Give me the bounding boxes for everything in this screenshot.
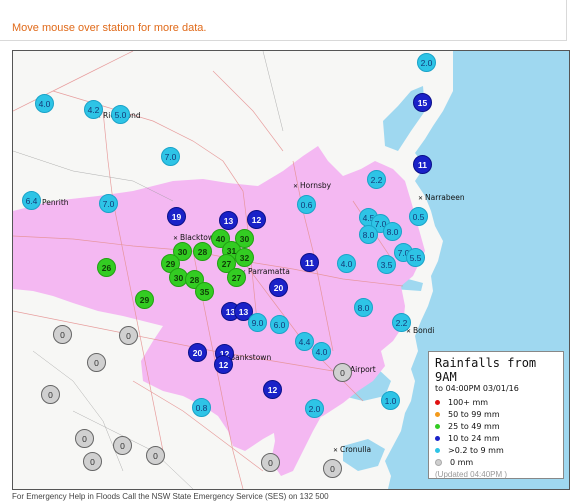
station-marker[interactable]: 0 — [261, 453, 280, 472]
station-marker[interactable]: 0 — [87, 353, 106, 372]
station-marker[interactable]: 4.0 — [35, 94, 54, 113]
station-marker[interactable]: 0 — [53, 325, 72, 344]
station-marker[interactable]: 35 — [195, 282, 214, 301]
legend-dot-icon — [435, 411, 440, 417]
station-marker[interactable]: 7.0 — [161, 147, 180, 166]
station-marker[interactable]: 0 — [83, 452, 102, 471]
station-marker[interactable]: 0.5 — [409, 207, 428, 226]
station-marker[interactable]: 8.0 — [354, 298, 373, 317]
station-marker[interactable]: 0 — [146, 446, 165, 465]
legend-label: 50 to 99 mm — [448, 409, 500, 419]
place-narrabeen: Narrabeen — [418, 193, 465, 202]
station-marker[interactable]: 4.4 — [295, 332, 314, 351]
place-bondi: Bondi — [406, 326, 434, 335]
station-marker[interactable]: 11 — [300, 253, 319, 272]
station-marker[interactable]: 2.0 — [417, 53, 436, 72]
legend-row: 50 to 99 mm — [435, 408, 557, 420]
legend-row: 25 to 49 mm — [435, 420, 557, 432]
station-marker[interactable]: 8.0 — [383, 222, 402, 241]
station-marker[interactable]: 12 — [247, 210, 266, 229]
station-marker[interactable]: 0 — [119, 326, 138, 345]
legend-dot-icon — [435, 435, 440, 441]
legend-title: Rainfalls from 9AM — [435, 356, 537, 384]
station-marker[interactable]: 0 — [323, 459, 342, 478]
station-marker[interactable]: 13 — [219, 211, 238, 230]
station-marker[interactable]: 0.8 — [192, 398, 211, 417]
station-marker[interactable]: 0.6 — [297, 195, 316, 214]
station-marker[interactable]: 12 — [214, 355, 233, 374]
station-marker[interactable]: 27 — [227, 268, 246, 287]
station-marker[interactable]: 0 — [113, 436, 132, 455]
station-marker[interactable]: 26 — [97, 258, 116, 277]
legend-label: >0.2 to 9 mm — [448, 445, 504, 455]
station-marker[interactable]: 5.5 — [406, 248, 425, 267]
legend-label: 0 mm — [450, 457, 474, 467]
legend-row: 100+ mm — [435, 396, 557, 408]
station-marker[interactable]: 15 — [413, 93, 432, 112]
station-marker[interactable]: 6.4 — [22, 191, 41, 210]
legend-dot-icon — [435, 399, 440, 405]
station-marker[interactable]: 2.2 — [392, 313, 411, 332]
legend-row: 0 mm — [435, 456, 557, 468]
place-cronulla: Cronulla — [333, 445, 371, 454]
station-marker[interactable]: 5.0 — [111, 105, 130, 124]
legend-label: 100+ mm — [448, 397, 489, 407]
legend-dot-icon — [435, 458, 442, 466]
station-marker[interactable]: 9.0 — [248, 313, 267, 332]
legend-updated: (Updated 04:40PM ) — [435, 470, 508, 479]
legend-dot-icon — [435, 447, 440, 453]
station-marker[interactable]: 28 — [193, 242, 212, 261]
legend-row: >0.2 to 9 mm — [435, 444, 557, 456]
station-marker[interactable]: 4.2 — [84, 100, 103, 119]
station-marker[interactable]: 4.0 — [312, 342, 331, 361]
legend-dot-icon — [435, 423, 440, 429]
station-marker[interactable]: 4.0 — [337, 254, 356, 273]
station-marker[interactable]: 19 — [167, 207, 186, 226]
legend-label: 25 to 49 mm — [448, 421, 500, 431]
station-marker[interactable]: 2.0 — [305, 399, 324, 418]
hint-text: Move mouse over station for more data. — [12, 22, 207, 34]
station-marker[interactable]: 29 — [135, 290, 154, 309]
station-marker[interactable]: 0 — [333, 363, 352, 382]
station-marker[interactable]: 32 — [235, 248, 254, 267]
station-marker[interactable]: 2.2 — [367, 170, 386, 189]
station-marker[interactable]: 0 — [41, 385, 60, 404]
station-marker[interactable]: 3.5 — [377, 255, 396, 274]
place-hornsby: Hornsby — [293, 181, 331, 190]
info-panel: Move mouse over station for more data. — [0, 0, 567, 41]
station-marker[interactable]: 1.0 — [381, 391, 400, 410]
station-marker[interactable]: 6.0 — [270, 315, 289, 334]
station-marker[interactable]: 8.0 — [359, 225, 378, 244]
legend-label: 10 to 24 mm — [448, 433, 500, 443]
station-marker[interactable]: 0 — [75, 429, 94, 448]
footer-text: For Emergency Help in Floods Call the NS… — [12, 492, 329, 501]
station-marker[interactable]: 11 — [413, 155, 432, 174]
station-marker[interactable]: 7.0 — [99, 194, 118, 213]
station-marker[interactable]: 20 — [269, 278, 288, 297]
station-marker[interactable]: 20 — [188, 343, 207, 362]
station-marker[interactable]: 12 — [263, 380, 282, 399]
legend-subtitle: to 04:00PM 03/01/16 — [435, 384, 519, 393]
legend-row: 10 to 24 mm — [435, 432, 557, 444]
rainfall-legend: Rainfalls from 9AM to 04:00PM 03/01/16 1… — [428, 351, 564, 479]
place-parramatta: Parramatta — [241, 267, 290, 276]
